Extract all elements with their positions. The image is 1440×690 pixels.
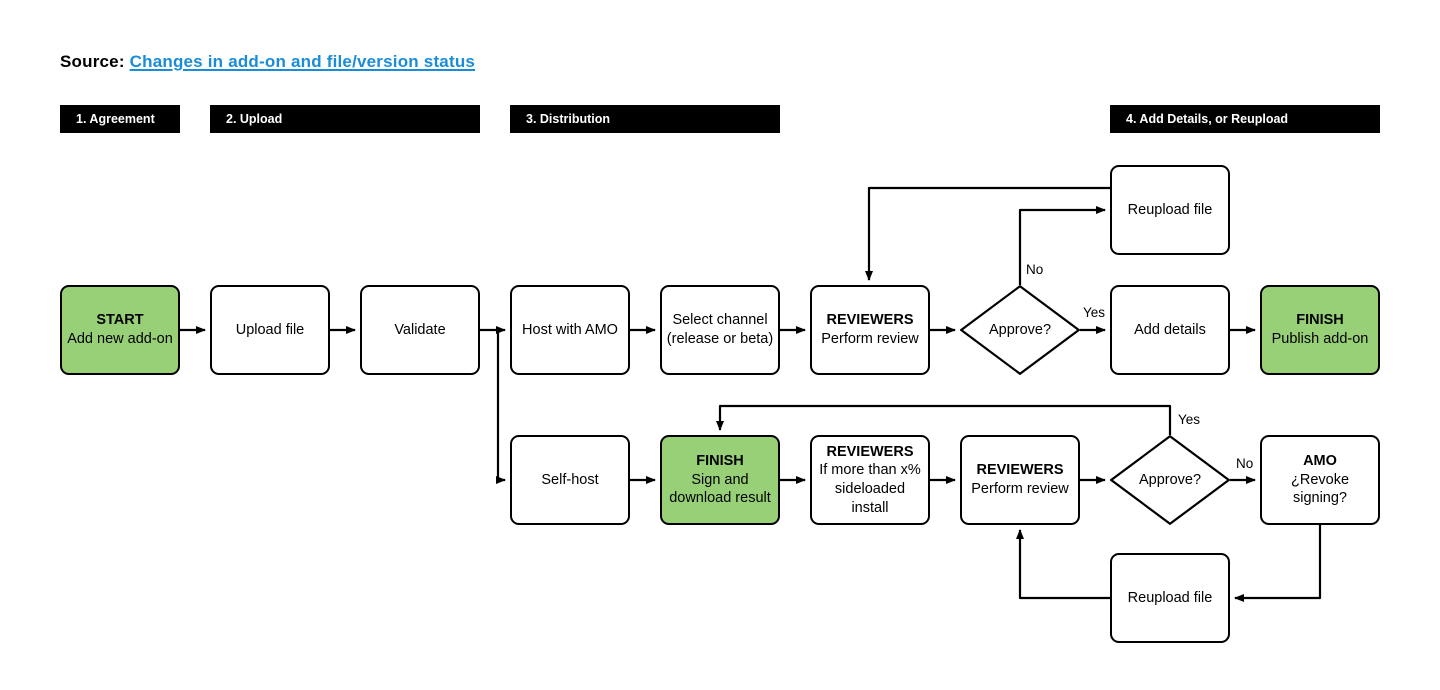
- node-title: FINISH: [696, 453, 744, 470]
- node-subtitle-line: Select channel: [672, 312, 768, 329]
- node-subtitle-line: Validate: [394, 321, 446, 338]
- node-self-host[interactable]: Self-host: [510, 435, 630, 525]
- node-amo-revoke[interactable]: AMO ¿Revoke signing?: [1260, 435, 1380, 525]
- node-subtitle-line: download result: [669, 490, 771, 507]
- node-reupload-bottom[interactable]: Reupload file: [1110, 553, 1230, 643]
- node-reviewers-sideload[interactable]: REVIEWERS If more than x% sideloaded insta…: [810, 435, 930, 525]
- edge-label-approve-bottom-yes: Yes: [1178, 412, 1201, 427]
- decision-label: Approve?: [988, 322, 1052, 338]
- node-upload-file[interactable]: Upload file: [210, 285, 330, 375]
- edge-reupload-bottom-to-reviewers: [1016, 529, 1110, 600]
- node-subtitle-line: Perform review: [971, 481, 1069, 497]
- node-select-channel[interactable]: Select channel (release or beta): [660, 285, 780, 375]
- node-subtitle-line: sideloaded install: [834, 481, 906, 516]
- node-reupload-top[interactable]: Reupload file: [1110, 165, 1230, 255]
- phase-bar-4: 4. Add Details, or Reupload: [1110, 105, 1380, 133]
- node-subtitle-line: Upload file: [235, 321, 305, 338]
- edge-label-approve-top-no: No: [1026, 262, 1044, 277]
- node-subtitle-line: Add new add-on: [67, 331, 173, 347]
- node-validate[interactable]: Validate: [360, 285, 480, 375]
- phase-bar-label: 4. Add Details, or Reupload: [1126, 112, 1289, 126]
- node-title: REVIEWERS: [826, 443, 914, 460]
- phase-bar-1: 1. Agreement: [60, 105, 180, 133]
- phase-bar-2: 2. Upload: [210, 105, 480, 133]
- edge-approve-bottom-yes: [716, 404, 1172, 435]
- node-title: REVIEWERS: [976, 462, 1064, 479]
- phase-bar-label: 3. Distribution: [526, 112, 611, 126]
- node-subtitle-line: ¿Revoke signing?: [1290, 471, 1350, 507]
- phase-bar-label: 2. Upload: [226, 112, 283, 126]
- decision-label: Approve?: [1138, 472, 1202, 488]
- node-subtitle-line: Publish add-on: [1271, 331, 1369, 347]
- node-title: AMO: [1303, 453, 1337, 470]
- phase-bar-label: 1. Agreement: [76, 112, 155, 126]
- phase-bar-3: 3. Distribution: [510, 105, 780, 133]
- node-subtitle-line: Perform review: [821, 331, 919, 347]
- node-add-details[interactable]: Add details: [1110, 285, 1230, 375]
- edge-label-approve-bottom-no: No: [1236, 456, 1254, 471]
- decision-approve-bottom[interactable]: Approve?: [1110, 435, 1230, 525]
- node-subtitle-line: Add details: [1134, 321, 1206, 338]
- node-start[interactable]: START Add new add-on: [60, 285, 180, 375]
- edge-split-to-selfhost: [496, 330, 506, 484]
- node-reviewers-bottom[interactable]: REVIEWERS Perform review: [960, 435, 1080, 525]
- node-reviewers-top[interactable]: REVIEWERS Perform review: [810, 285, 930, 375]
- node-finish-sign[interactable]: FINISH Sign and download result: [660, 435, 780, 525]
- source-line: Source: Changes in add-on and file/versi…: [60, 52, 475, 72]
- node-subtitle-line: (release or beta): [666, 331, 774, 347]
- node-finish-publish[interactable]: FINISH Publish add-on: [1260, 285, 1380, 375]
- edge-amo-to-reupload-bottom: [1234, 525, 1322, 602]
- node-subtitle-line: Self-host: [541, 471, 599, 488]
- node-host-with-amo[interactable]: Host with AMO: [510, 285, 630, 375]
- source-link[interactable]: Changes in add-on and file/version statu…: [130, 52, 475, 71]
- node-title: FINISH: [1296, 312, 1344, 329]
- edge-label-approve-top-yes: Yes: [1083, 305, 1106, 320]
- node-subtitle-line: Sign and: [691, 471, 749, 488]
- node-subtitle-line: Reupload file: [1127, 201, 1213, 218]
- source-label: Source:: [60, 52, 125, 71]
- edge-reupload-top-to-reviewers: [865, 186, 1110, 281]
- node-subtitle-line: If more than x%: [819, 462, 921, 479]
- node-title: START: [96, 312, 144, 329]
- node-title: REVIEWERS: [826, 312, 914, 329]
- node-subtitle-line: Host with AMO: [522, 321, 618, 338]
- decision-approve-top[interactable]: Approve?: [960, 285, 1080, 375]
- node-subtitle-line: Reupload file: [1127, 589, 1213, 606]
